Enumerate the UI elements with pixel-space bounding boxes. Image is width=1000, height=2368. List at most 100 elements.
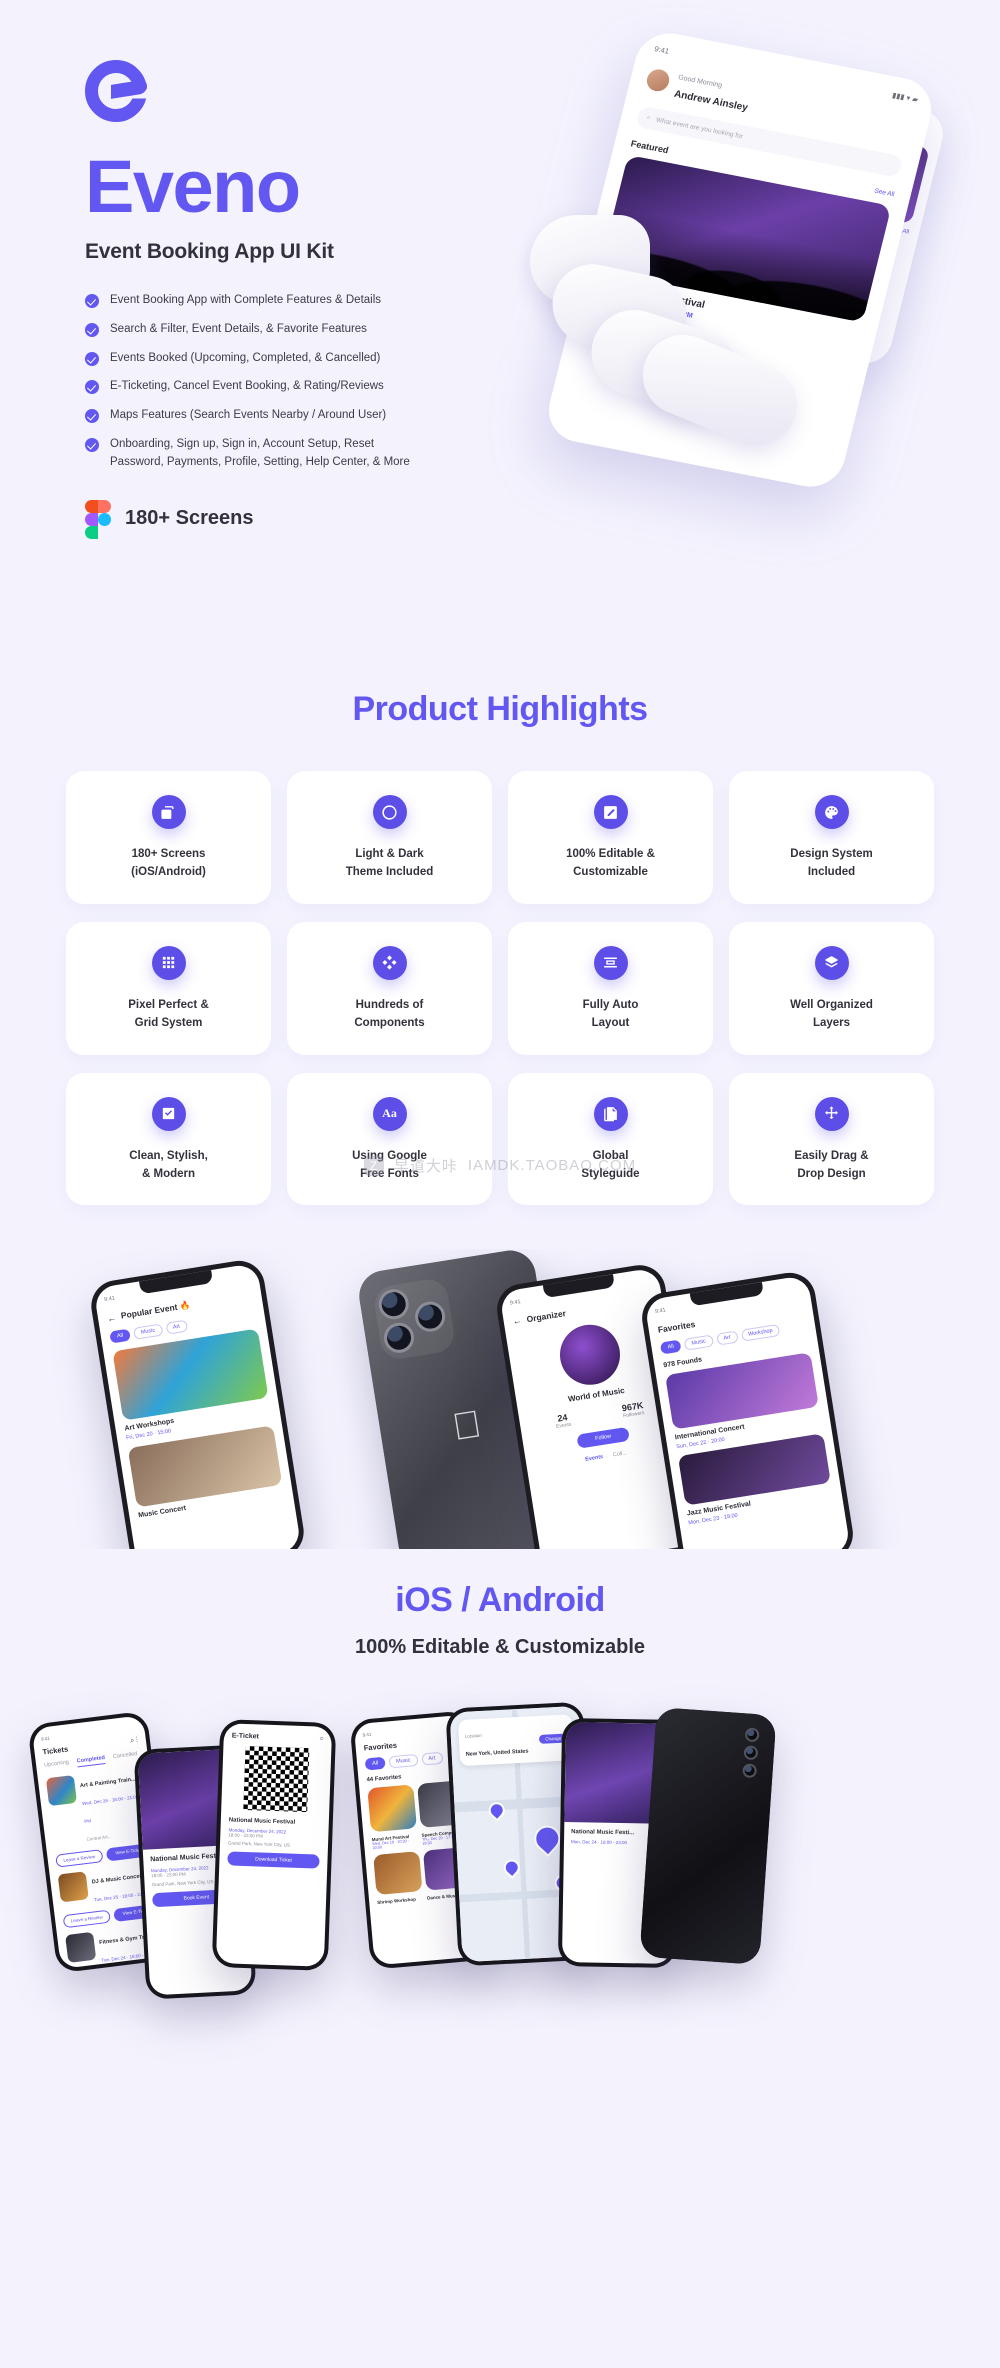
- highlight-label: Design System Included: [790, 848, 873, 879]
- chip-all[interactable]: All: [364, 1757, 386, 1771]
- grid-icon: [151, 945, 186, 980]
- section-title: Featured: [629, 138, 670, 156]
- see-all-link[interactable]: See All: [874, 187, 896, 198]
- platforms-section: iOS / Android 100% Editable & Customizab…: [0, 1549, 1000, 2105]
- feature-text: Event Booking App with Complete Features…: [110, 294, 382, 306]
- screen-eticket: E-Ticket ○ National Music Festival Monda…: [215, 1723, 333, 1968]
- greeting-text: Good Morning: [677, 74, 723, 90]
- chip-all[interactable]: All: [109, 1328, 132, 1344]
- highlight-card-drag-drop: Easily Drag & Drop Design: [729, 1072, 934, 1206]
- search-icon[interactable]: ⌕ ⋮: [130, 1737, 139, 1746]
- chip-art[interactable]: Art: [420, 1752, 443, 1766]
- screen-title: Tickets: [42, 1744, 69, 1757]
- list-item: E-Ticketing, Cancel Event Booking, & Rat…: [85, 378, 415, 396]
- tab-completed[interactable]: Completed: [76, 1755, 106, 1768]
- highlights-section: Product Highlights 180+ Screens (iOS/And…: [0, 650, 1000, 1206]
- tab-cancelled[interactable]: Cancelled: [113, 1751, 138, 1763]
- pencil-edit-icon: [593, 795, 628, 829]
- highlight-card-grid: Pixel Perfect & Grid System: [66, 921, 271, 1055]
- arrow-left-icon[interactable]: ←: [512, 1315, 522, 1326]
- organizer-avatar: [555, 1320, 625, 1390]
- chip-art[interactable]: Art: [165, 1319, 188, 1336]
- feature-text: Maps Features (Search Events Nearby / Ar…: [110, 409, 387, 422]
- chip-music[interactable]: Music: [133, 1323, 163, 1341]
- styleguide-icon: [593, 1096, 628, 1131]
- followers-label: Followers: [622, 1410, 645, 1420]
- status-icons: ▮▮▮ ▾ ▰: [891, 90, 920, 105]
- search-icon: ⌕: [645, 113, 652, 122]
- tab-events[interactable]: Events: [585, 1454, 604, 1463]
- leave-review-button[interactable]: Leave a Review: [55, 1849, 104, 1869]
- device-ios-eticket: E-Ticket ○ National Music Festival Monda…: [211, 1719, 337, 1972]
- highlight-card-auto-layout: Fully Auto Layout: [508, 921, 713, 1055]
- chip-all[interactable]: All: [659, 1339, 682, 1355]
- search-placeholder: What event are you looking for: [655, 116, 744, 140]
- event-thumbnail: [57, 1871, 89, 1903]
- event-date: Wed, Dec 26 · 18:00 - 21:00 PM: [81, 1794, 139, 1825]
- feature-text: Onboarding, Sign up, Sign in, Account Se…: [110, 438, 410, 468]
- leave-review-button[interactable]: Leave a Review: [62, 1909, 111, 1929]
- screen-title: Organizer: [525, 1308, 567, 1325]
- components-icon: [372, 945, 407, 980]
- screens-count-label: 180+ Screens: [125, 507, 254, 530]
- highlight-label: Using Google Free Fonts: [352, 1149, 427, 1180]
- chip-workshop[interactable]: Workshop: [740, 1324, 781, 1343]
- download-ticket-button[interactable]: Download Ticket: [227, 1851, 320, 1869]
- screens-badge: 180+ Screens: [85, 499, 1000, 539]
- highlight-card-fonts: Aa Using Google Free Fonts: [287, 1072, 492, 1206]
- event-name: Art & Painting Train...: [79, 1776, 136, 1790]
- check-circle-icon: [85, 294, 99, 308]
- device-android-back: [639, 1707, 777, 1966]
- qr-code: [243, 1746, 310, 1813]
- status-time: 9:41: [653, 44, 671, 56]
- highlight-card-theme: Light & Dark Theme Included: [287, 771, 492, 904]
- feature-text: Events Booked (Upcoming, Completed, & Ca…: [110, 351, 381, 364]
- list-item: Onboarding, Sign up, Sign in, Account Se…: [85, 436, 415, 472]
- camera-lens-icon: [412, 1299, 448, 1335]
- event-location: Grand Park, New York City, US: [227, 1840, 291, 1848]
- list-item: Maps Features (Search Events Nearby / Ar…: [85, 407, 415, 425]
- events-label: Events: [555, 1421, 572, 1431]
- highlight-label: Global Styleguide: [581, 1149, 640, 1180]
- chip-music[interactable]: Music: [683, 1334, 714, 1352]
- arrow-left-icon[interactable]: ←: [106, 1312, 116, 1323]
- highlight-label: Well Organized Layers: [790, 998, 873, 1030]
- follow-button[interactable]: Follow: [576, 1427, 630, 1450]
- more-icon[interactable]: ○: [319, 1736, 323, 1743]
- event-name: National Music Festival: [228, 1817, 296, 1827]
- check-circle-icon: [85, 351, 99, 366]
- tab-collections[interactable]: Coll...: [613, 1451, 628, 1459]
- highlight-label: Clean, Stylish, & Modern: [129, 1149, 208, 1180]
- contrast-icon: [372, 795, 407, 829]
- screen-title: E-Ticket: [231, 1732, 259, 1741]
- highlight-card-editable: 100% Editable & Customizable: [508, 771, 713, 904]
- highlight-label: 100% Editable & Customizable: [566, 848, 655, 879]
- eveno-e-logo-icon: [85, 60, 147, 122]
- layers-icon: [814, 945, 849, 980]
- highlights-grid: 180+ Screens (iOS/Android) Light & Dark …: [66, 771, 934, 1206]
- map-location-label: Location: [464, 1733, 482, 1740]
- chip-art[interactable]: Art: [715, 1330, 739, 1347]
- checkbox-icon: [151, 1096, 186, 1131]
- highlight-card-design-system: Design System Included: [729, 771, 934, 904]
- highlight-card-clean: Clean, Stylish, & Modern: [66, 1072, 271, 1206]
- auto-layout-icon: [593, 945, 628, 980]
- tab-upcoming[interactable]: Upcoming: [44, 1760, 70, 1772]
- move-drag-icon: [814, 1096, 849, 1131]
- highlight-label: Light & Dark Theme Included: [345, 848, 434, 879]
- device-showcase-band: 9:41 ← Popular Event 🔥 All Music Art Art…: [0, 1249, 1000, 1550]
- platforms-title: iOS / Android: [395, 1581, 605, 1620]
- camera-lens-icon: [376, 1287, 411, 1322]
- device-popular-event: 9:41 ← Popular Event 🔥 All Music Art Art…: [87, 1257, 308, 1550]
- event-thumbnail: [373, 1851, 423, 1896]
- chip-music[interactable]: Music: [388, 1754, 419, 1769]
- camera-lens-icon: [381, 1320, 417, 1356]
- highlights-title: Product Highlights: [352, 690, 648, 728]
- feature-text: Search & Filter, Event Details, & Favori…: [110, 322, 367, 335]
- highlight-card-components: Hundreds of Components: [287, 921, 492, 1055]
- avatar: [644, 67, 672, 94]
- hero-section: Eveno Event Booking App UI Kit Event Boo…: [0, 0, 1000, 650]
- device-favorites: 9:41 Favorites All Music Art Workshop 97…: [638, 1269, 857, 1550]
- user-name: Andrew Ainsley: [672, 88, 749, 114]
- highlight-label: Easily Drag & Drop Design: [794, 1149, 869, 1180]
